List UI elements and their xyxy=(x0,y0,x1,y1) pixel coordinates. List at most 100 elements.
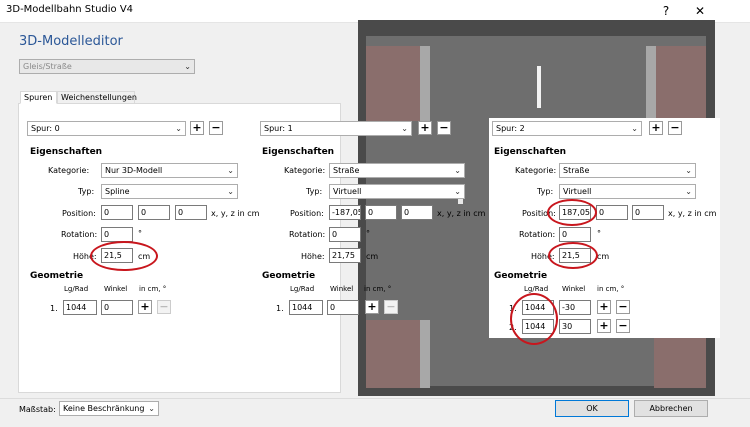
type-combo: Gleis/Straße ⌄ xyxy=(19,59,195,74)
typ-value-2: Virtuell xyxy=(563,187,592,196)
winkel-header-2: Winkel xyxy=(562,285,586,293)
geometrie-winkel-input-0[interactable]: 0 xyxy=(101,300,133,315)
chevron-down-icon: ⌄ xyxy=(631,124,638,133)
position-y-input-2[interactable]: 0 xyxy=(596,205,628,220)
chevron-down-icon: ⌄ xyxy=(227,187,234,196)
rotation-input-2[interactable]: 0 xyxy=(559,227,591,242)
winkel-header-0: Winkel xyxy=(104,285,128,293)
rotation-label-0: Rotation: xyxy=(61,230,98,239)
kategorie-label-1: Kategorie: xyxy=(284,166,326,175)
typ-label-0: Typ: xyxy=(78,187,95,196)
chevron-down-icon: ⌄ xyxy=(148,404,155,413)
position-y-input-0[interactable]: 0 xyxy=(138,205,170,220)
add-spur-button-2[interactable]: + xyxy=(649,121,663,135)
remove-spur-button-2[interactable]: − xyxy=(668,121,682,135)
rotation-input-1[interactable]: 0 xyxy=(329,227,361,242)
typ-label-1: Typ: xyxy=(306,187,323,196)
sidewalk-left-bottom xyxy=(366,320,421,388)
typ-select-2[interactable]: Virtuell ⌄ xyxy=(559,184,696,199)
massstab-select[interactable]: Keine Beschränkung ⌄ xyxy=(59,401,159,416)
tab-spuren[interactable]: Spuren xyxy=(20,91,57,104)
typ-value-1: Virtuell xyxy=(333,187,362,196)
add-geometry-button-0[interactable]: + xyxy=(138,300,152,314)
geometrie-winkel-input-1[interactable]: 0 xyxy=(327,300,359,315)
lg-rad-header-2: Lg/Rad xyxy=(524,285,549,293)
typ-label-2: Typ: xyxy=(537,187,554,196)
in-cm-header-1: in cm, ° xyxy=(364,285,392,293)
massstab-value: Keine Beschränkung xyxy=(63,404,145,413)
close-button[interactable]: ✕ xyxy=(690,2,710,20)
remove-geometry-button-2-1[interactable]: − xyxy=(616,300,630,314)
highlight-circle xyxy=(90,241,158,271)
curb-right-top xyxy=(646,46,656,121)
remove-geometry-button-1[interactable]: − xyxy=(384,300,398,314)
add-spur-button-1[interactable]: + xyxy=(418,121,432,135)
highlight-circle xyxy=(548,242,598,269)
window-title: 3D-Modellbahn Studio V4 xyxy=(6,4,134,15)
typ-select-0[interactable]: Spline ⌄ xyxy=(101,184,238,199)
kategorie-select-0[interactable]: Nur 3D-Modell ⌄ xyxy=(101,163,238,178)
remove-geometry-button-2-2[interactable]: − xyxy=(616,319,630,333)
lg-rad-header-1: Lg/Rad xyxy=(290,285,315,293)
kategorie-value-0: Nur 3D-Modell xyxy=(105,166,163,175)
chevron-down-icon: ⌄ xyxy=(685,166,692,175)
eigenschaften-heading-1: Eigenschaften xyxy=(262,147,335,157)
highlight-circle xyxy=(547,199,597,226)
geometrie-lg-input-1[interactable]: 1044 xyxy=(289,300,323,315)
geometrie-winkel-input-2-2[interactable]: 30 xyxy=(559,319,591,334)
position-z-input-2[interactable]: 0 xyxy=(632,205,664,220)
geometrie-winkel-input-2-1[interactable]: -30 xyxy=(559,300,591,315)
typ-value-0: Spline xyxy=(105,187,130,196)
chevron-down-icon: ⌄ xyxy=(184,62,191,71)
remove-spur-button-0[interactable]: − xyxy=(209,121,223,135)
help-button[interactable]: ? xyxy=(656,2,676,20)
curb-left-top xyxy=(420,46,430,121)
add-spur-button-0[interactable]: + xyxy=(190,121,204,135)
rotation-unit-1: ° xyxy=(366,229,370,238)
hoehe-label-1: Höhe: xyxy=(301,252,325,261)
spur-select-0-value: Spur: 0 xyxy=(31,124,60,133)
geometrie-heading-0: Geometrie xyxy=(30,271,84,281)
chevron-down-icon: ⌄ xyxy=(401,124,408,133)
remove-geometry-button-0[interactable]: − xyxy=(157,300,171,314)
kategorie-label-0: Kategorie: xyxy=(48,166,90,175)
ok-button[interactable]: OK xyxy=(555,400,629,417)
kategorie-label-2: Kategorie: xyxy=(515,166,557,175)
position-z-input-1[interactable]: 0 xyxy=(401,205,433,220)
rotation-label-2: Rotation: xyxy=(519,230,556,239)
curb-left-bottom xyxy=(420,320,430,388)
add-geometry-button-1[interactable]: + xyxy=(365,300,379,314)
spur-select-0[interactable]: Spur: 0 ⌄ xyxy=(27,121,186,136)
winkel-header-1: Winkel xyxy=(330,285,354,293)
in-cm-header-2: in cm, ° xyxy=(597,285,625,293)
geometrie-lg-input-0[interactable]: 1044 xyxy=(63,300,97,315)
hoehe-unit-2: cm xyxy=(597,252,610,261)
eigenschaften-heading-0: Eigenschaften xyxy=(30,147,103,157)
cancel-button[interactable]: Abbrechen xyxy=(634,400,708,417)
chevron-down-icon: ⌄ xyxy=(685,187,692,196)
kategorie-select-2[interactable]: Straße ⌄ xyxy=(559,163,696,178)
spur-select-1[interactable]: Spur: 1 ⌄ xyxy=(260,121,412,136)
editor-heading: 3D-Modelleditor xyxy=(19,34,123,49)
add-geometry-button-2-1[interactable]: + xyxy=(597,300,611,314)
position-y-input-1[interactable]: 0 xyxy=(365,205,397,220)
position-z-input-0[interactable]: 0 xyxy=(175,205,207,220)
add-geometry-button-2-2[interactable]: + xyxy=(597,319,611,333)
sidewalk-right-top xyxy=(654,46,706,121)
hoehe-input-1[interactable]: 21,75 xyxy=(329,248,361,263)
position-x-input-0[interactable]: 0 xyxy=(101,205,133,220)
rotation-input-0[interactable]: 0 xyxy=(101,227,133,242)
tab-weichenstellungen[interactable]: Weichenstellungen xyxy=(57,91,137,104)
position-label-0: Position: xyxy=(62,209,96,218)
typ-select-1[interactable]: Virtuell ⌄ xyxy=(329,184,465,199)
kategorie-select-1[interactable]: Straße ⌄ xyxy=(329,163,465,178)
spur-select-2-value: Spur: 2 xyxy=(496,124,525,133)
chevron-down-icon: ⌄ xyxy=(175,124,182,133)
geometrie-index-0: 1. xyxy=(50,304,58,313)
in-cm-header-0: in cm, ° xyxy=(139,285,167,293)
hoehe-unit-1: cm xyxy=(366,252,379,261)
position-unit-1: x, y, z in cm xyxy=(437,209,486,218)
position-x-input-1[interactable]: -187,05 xyxy=(329,205,361,220)
remove-spur-button-1[interactable]: − xyxy=(437,121,451,135)
spur-select-2[interactable]: Spur: 2 ⌄ xyxy=(492,121,642,136)
